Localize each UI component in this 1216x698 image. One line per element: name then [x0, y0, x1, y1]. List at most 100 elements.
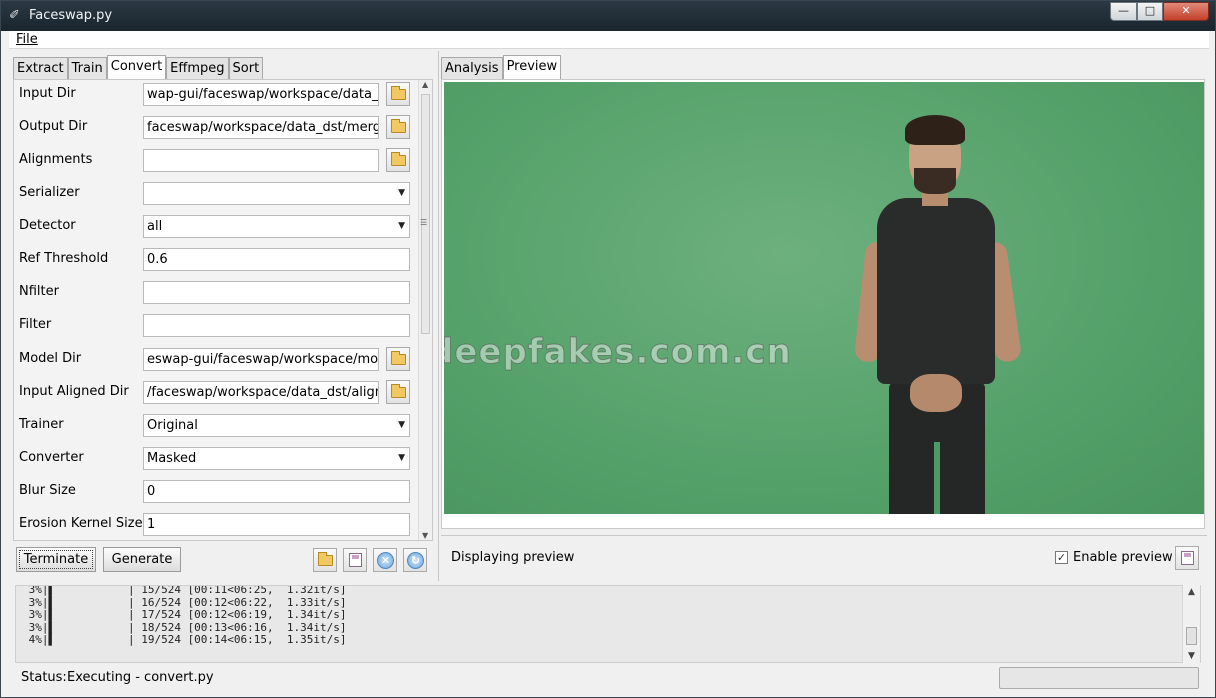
tab-effmpeg[interactable]: Effmpeg: [166, 57, 229, 79]
close-button[interactable]: ✕: [1163, 2, 1209, 21]
clear-config-button[interactable]: ✕: [373, 548, 397, 572]
filter-field[interactable]: [143, 314, 410, 337]
progress-bar: [999, 667, 1199, 689]
nfilter-field[interactable]: [143, 281, 410, 304]
save-icon: [1181, 551, 1194, 565]
console-output[interactable]: 3%|▌ | 15/524 [00:11<06:25, 1.32it/s] 3%…: [15, 585, 1201, 663]
field-label: Input Aligned Dir: [19, 384, 129, 399]
field-label: Detector: [19, 218, 76, 233]
erosion-kernel-size-field[interactable]: 1: [143, 513, 410, 536]
window-controls: — □ ✕: [1110, 2, 1209, 22]
field-label: Alignments: [19, 152, 93, 167]
chevron-down-icon: ▼: [398, 420, 405, 430]
options-panel: Extract Train Convert Effmpeg Sort Input…: [9, 51, 435, 581]
minimize-button[interactable]: —: [1110, 2, 1137, 21]
browse-input-dir-button[interactable]: [386, 82, 410, 106]
field-detector: Detector all ▼: [14, 212, 418, 245]
reset-icon: ↻: [407, 552, 424, 569]
feather-icon: ✐: [9, 8, 20, 23]
folder-icon: [391, 86, 406, 100]
field-input-dir: Input Dir wap-gui/faceswap/workspace/dat…: [14, 80, 418, 113]
convert-options: Input Dir wap-gui/faceswap/workspace/dat…: [13, 79, 433, 541]
field-label: Model Dir: [19, 351, 82, 366]
field-converter: Converter Masked ▼: [14, 444, 418, 477]
enable-preview-checkbox[interactable]: ✓: [1055, 551, 1068, 564]
field-blur-size: Blur Size 0: [14, 477, 418, 510]
chevron-down-icon: ▼: [398, 221, 405, 231]
field-input-aligned-dir: Input Aligned Dir /faceswap/workspace/da…: [14, 378, 418, 411]
menu-file[interactable]: File: [16, 32, 38, 47]
console-line: 3%|▌ | 17/524 [00:12<06:19, 1.34it/s]: [22, 608, 347, 622]
browse-model-dir-button[interactable]: [386, 347, 410, 371]
generate-button[interactable]: Generate: [103, 547, 181, 572]
input-dir-field[interactable]: wap-gui/faceswap/workspace/data_dst: [143, 83, 379, 106]
converter-value: Masked: [147, 451, 197, 466]
scroll-up-icon[interactable]: ▲: [422, 80, 428, 89]
trainer-select[interactable]: Original ▼: [143, 414, 410, 437]
folder-icon: [391, 384, 406, 398]
console-scrollbar-thumb[interactable]: [1186, 627, 1197, 645]
field-filter: Filter: [14, 311, 418, 344]
terminate-button[interactable]: Terminate: [16, 547, 96, 572]
status-value: Executing - convert.py: [67, 670, 214, 685]
figure-torso: [877, 198, 995, 384]
browse-output-dir-button[interactable]: [386, 115, 410, 139]
options-scrollbar[interactable]: ▲ ☰ ▼: [418, 80, 432, 540]
display-panel: Analysis Preview deepfakes.com.cn Displa…: [438, 51, 1209, 581]
menu-bar: File: [9, 31, 1209, 49]
title-bar: ✐ Faceswap.py — □ ✕: [1, 1, 1215, 31]
scroll-down-icon[interactable]: ▼: [422, 531, 428, 540]
field-label: Blur Size: [19, 483, 76, 498]
reset-config-button[interactable]: ↻: [403, 548, 427, 572]
blur-size-field[interactable]: 0: [143, 480, 410, 503]
field-label: Nfilter: [19, 284, 59, 299]
field-label: Erosion Kernel Size: [19, 516, 143, 531]
figure-hands: [910, 374, 962, 412]
field-nfilter: Nfilter: [14, 278, 418, 311]
save-icon: [349, 553, 362, 567]
scrollbar-thumb[interactable]: [421, 94, 430, 334]
tab-convert[interactable]: Convert: [106, 55, 167, 79]
folder-icon: [391, 119, 406, 133]
field-label: Trainer: [19, 417, 64, 432]
status-label: Status:: [21, 670, 67, 685]
scroll-up-icon[interactable]: ▲: [1188, 587, 1195, 597]
tab-train[interactable]: Train: [67, 57, 107, 79]
converter-select[interactable]: Masked ▼: [143, 447, 410, 470]
save-config-button[interactable]: [343, 548, 367, 572]
tab-analysis[interactable]: Analysis: [441, 57, 503, 79]
tab-sort[interactable]: Sort: [228, 57, 264, 79]
save-preview-button[interactable]: [1175, 546, 1199, 570]
figure-beard: [914, 168, 956, 194]
command-tabs: Extract Train Convert Effmpeg Sort: [13, 55, 264, 79]
browse-alignments-button[interactable]: [386, 148, 410, 172]
field-model-dir: Model Dir eswap-gui/faceswap/workspace/m…: [14, 345, 418, 378]
preview-image: deepfakes.com.cn: [444, 82, 1204, 514]
serializer-select[interactable]: ▼: [143, 182, 410, 205]
input-aligned-dir-field[interactable]: /faceswap/workspace/data_dst/aligned: [143, 381, 379, 404]
browse-input-aligned-dir-button[interactable]: [386, 380, 410, 404]
console-scrollbar[interactable]: ▲ ▼: [1182, 585, 1200, 663]
tab-extract[interactable]: Extract: [13, 57, 68, 79]
action-bar: Terminate Generate ✕ ↻: [13, 543, 433, 579]
status-bar: Status: Executing - convert.py: [9, 665, 1209, 691]
scroll-down-icon[interactable]: ▼: [1188, 651, 1195, 661]
output-dir-field[interactable]: faceswap/workspace/data_dst/merged: [143, 116, 379, 139]
enable-preview-label[interactable]: Enable preview: [1073, 550, 1173, 565]
preview-footer: Displaying preview ✓ Enable preview: [441, 535, 1207, 579]
console-line: 3%|▌ | 15/524 [00:11<06:25, 1.32it/s]: [22, 585, 347, 596]
main-window: ✐ Faceswap.py — □ ✕ File Extract Train C…: [0, 0, 1216, 698]
maximize-button[interactable]: □: [1137, 2, 1163, 21]
model-dir-field[interactable]: eswap-gui/faceswap/workspace/model: [143, 348, 379, 371]
field-label: Serializer: [19, 185, 80, 200]
alignments-field[interactable]: [143, 149, 379, 172]
display-tabs: Analysis Preview: [441, 55, 562, 79]
load-config-button[interactable]: [313, 548, 337, 572]
ref-threshold-field[interactable]: 0.6: [143, 248, 410, 271]
folder-icon: [391, 152, 406, 166]
field-erosion-kernel-size: Erosion Kernel Size 1: [14, 510, 418, 540]
detector-select[interactable]: all ▼: [143, 215, 410, 238]
tab-preview[interactable]: Preview: [502, 55, 562, 79]
console-line: 4%|▌ | 19/524 [00:14<06:15, 1.35it/s]: [22, 633, 347, 647]
open-folder-icon: [318, 552, 333, 566]
